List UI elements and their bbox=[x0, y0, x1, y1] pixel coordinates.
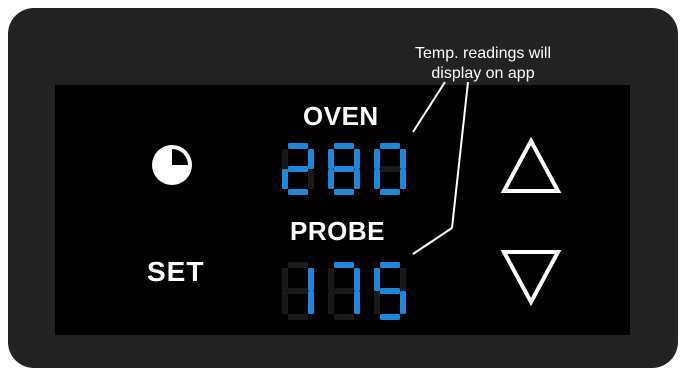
digit-segment bbox=[334, 262, 354, 268]
digit-segment bbox=[380, 262, 400, 268]
digit-segment bbox=[288, 143, 308, 149]
digit-segment bbox=[334, 288, 354, 294]
digit-segment bbox=[374, 291, 380, 314]
digit-segment bbox=[334, 189, 354, 195]
digit-segment bbox=[380, 288, 400, 294]
digit-segment bbox=[334, 314, 354, 320]
set-button[interactable]: SET bbox=[147, 256, 204, 288]
digit-segment bbox=[374, 169, 380, 189]
digit-segment bbox=[380, 314, 400, 320]
digit-segment bbox=[400, 149, 406, 169]
digit-segment bbox=[400, 268, 406, 291]
digit-segment bbox=[288, 166, 308, 172]
digit-segment bbox=[380, 166, 400, 172]
digit-segment bbox=[282, 291, 288, 314]
digit-segment bbox=[374, 149, 380, 169]
probe-label: PROBE bbox=[290, 216, 385, 246]
oven-digit bbox=[374, 143, 406, 195]
probe-temperature-display bbox=[282, 262, 406, 320]
digit-segment bbox=[328, 169, 334, 189]
oven-label: OVEN bbox=[303, 101, 379, 131]
digit-segment bbox=[400, 291, 406, 314]
digit-segment bbox=[354, 291, 360, 314]
digit-segment bbox=[308, 268, 314, 291]
digit-segment bbox=[374, 268, 380, 291]
digit-segment bbox=[328, 268, 334, 291]
callout-line-2: display on app bbox=[431, 65, 535, 82]
digit-segment bbox=[308, 291, 314, 314]
probe-digit bbox=[374, 262, 406, 320]
timer-icon[interactable] bbox=[150, 143, 194, 187]
digit-segment bbox=[400, 169, 406, 189]
digit-segment bbox=[308, 169, 314, 189]
digit-segment bbox=[282, 149, 288, 169]
digit-segment bbox=[308, 149, 314, 169]
probe-digit bbox=[328, 262, 360, 320]
digit-segment bbox=[288, 189, 308, 195]
digit-segment bbox=[288, 262, 308, 268]
digit-segment bbox=[354, 169, 360, 189]
digit-segment bbox=[354, 268, 360, 291]
up-arrow-icon[interactable] bbox=[500, 137, 562, 195]
digit-segment bbox=[288, 288, 308, 294]
digit-segment bbox=[354, 149, 360, 169]
digit-segment bbox=[334, 166, 354, 172]
oven-digit bbox=[328, 143, 360, 195]
down-arrow-icon[interactable] bbox=[500, 248, 562, 306]
digit-segment bbox=[328, 291, 334, 314]
digit-segment bbox=[380, 189, 400, 195]
digit-segment bbox=[282, 268, 288, 291]
digit-segment bbox=[380, 143, 400, 149]
callout-caption: Temp. readings will display on app bbox=[382, 44, 584, 84]
probe-digit bbox=[282, 262, 314, 320]
digit-segment bbox=[328, 149, 334, 169]
oven-digit bbox=[282, 143, 314, 195]
callout-line-1: Temp. readings will bbox=[414, 45, 552, 62]
digit-segment bbox=[282, 169, 288, 189]
digit-segment bbox=[288, 314, 308, 320]
digit-segment bbox=[334, 143, 354, 149]
oven-temperature-display bbox=[282, 143, 406, 195]
